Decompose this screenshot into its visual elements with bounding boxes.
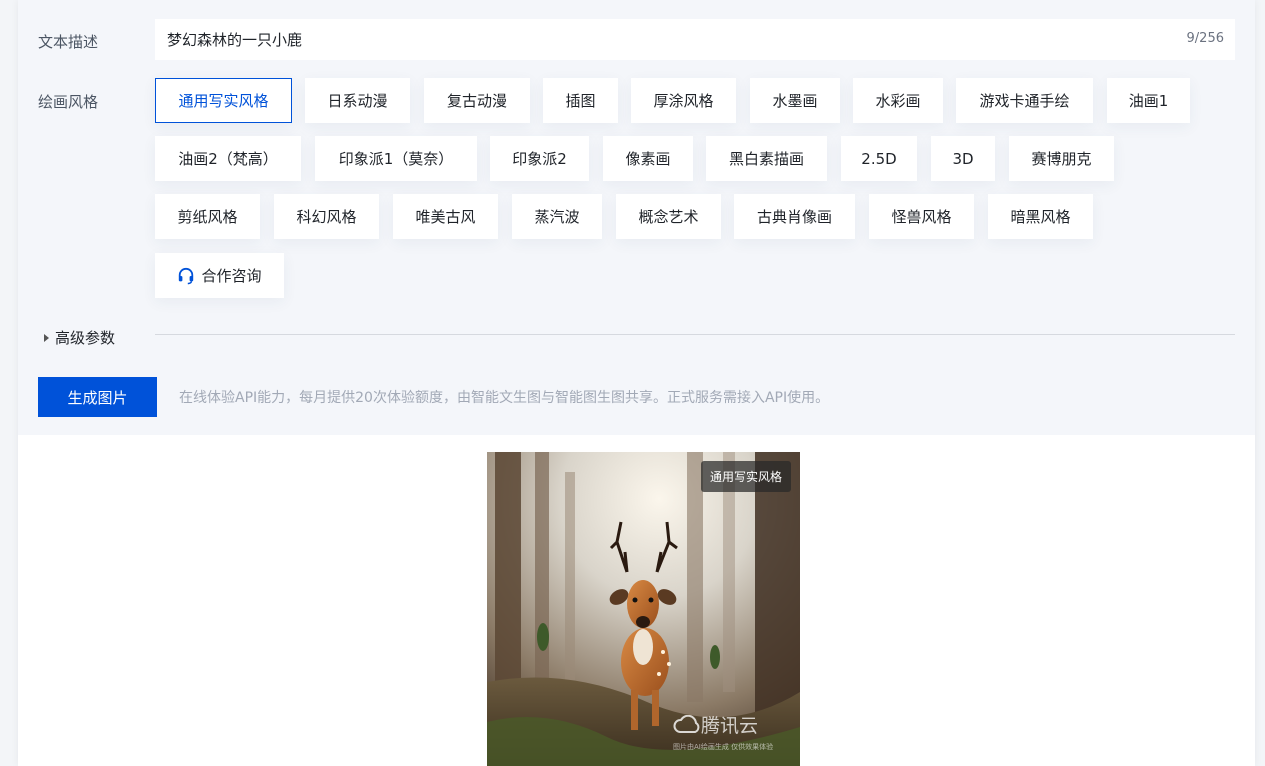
style-option[interactable]: 蒸汽波 <box>512 194 602 239</box>
style-option[interactable]: 古典肖像画 <box>734 194 855 239</box>
consult-button[interactable]: 合作咨询 <box>155 253 284 298</box>
style-option[interactable]: 油画1 <box>1107 78 1190 123</box>
style-option[interactable]: 日系动漫 <box>305 78 410 123</box>
style-option[interactable]: 2.5D <box>841 136 917 181</box>
style-option[interactable]: 唯美古风 <box>393 194 498 239</box>
style-option[interactable]: 3D <box>931 136 995 181</box>
style-option[interactable]: 概念艺术 <box>616 194 721 239</box>
generate-button[interactable]: 生成图片 <box>38 377 157 417</box>
style-label: 绘画风格 <box>38 93 99 111</box>
style-option[interactable]: 游戏卡通手绘 <box>956 78 1093 123</box>
prompt-input[interactable]: 梦幻森林的一只小鹿 9/256 <box>155 19 1235 60</box>
cloud-logo-icon <box>673 714 700 733</box>
generate-note: 在线体验API能力，每月提供20次体验额度，由智能文生图与智能图生图共享。正式服… <box>179 390 830 406</box>
style-option[interactable]: 剪纸风格 <box>155 194 260 239</box>
headset-icon <box>179 267 194 284</box>
style-option[interactable]: 怪兽风格 <box>869 194 974 239</box>
caret-right-icon <box>44 333 49 342</box>
prompt-label: 文本描述 <box>38 33 99 51</box>
style-option[interactable]: 黑白素描画 <box>706 136 827 181</box>
style-option[interactable]: 通用写实风格 <box>155 78 292 123</box>
watermark: 腾讯云 <box>673 711 758 738</box>
image-style-tag: 通用写实风格 <box>700 461 791 492</box>
prompt-value: 梦幻森林的一只小鹿 <box>167 31 303 49</box>
char-counter: 9/256 <box>1186 31 1224 46</box>
style-option[interactable]: 科幻风格 <box>274 194 379 239</box>
style-option[interactable]: 复古动漫 <box>424 78 530 123</box>
style-option[interactable]: 印象派1（莫奈） <box>315 136 477 181</box>
divider <box>155 334 1235 335</box>
main-panel: 文本描述 梦幻森林的一只小鹿 9/256 绘画风格 通用写实风格 日系动漫 复古… <box>18 0 1255 766</box>
result-image[interactable]: 通用写实风格 腾讯云 图片由AI绘画生成 仅供效果体验 <box>487 452 800 766</box>
style-option[interactable]: 油画2（梵高） <box>155 136 301 181</box>
style-option[interactable]: 暗黑风格 <box>988 194 1093 239</box>
result-area: 通用写实风格 腾讯云 图片由AI绘画生成 仅供效果体验 <box>18 435 1255 766</box>
style-option[interactable]: 插图 <box>543 78 618 123</box>
watermark-caption: 图片由AI绘画生成 仅供效果体验 <box>673 743 774 751</box>
style-option[interactable]: 像素画 <box>603 136 693 181</box>
style-option[interactable]: 水墨画 <box>750 78 840 123</box>
advanced-toggle[interactable]: 高级参数 <box>44 327 115 348</box>
style-option[interactable]: 水彩画 <box>853 78 943 123</box>
style-option[interactable]: 印象派2 <box>490 136 589 181</box>
style-option[interactable]: 厚涂风格 <box>631 78 736 123</box>
style-option[interactable]: 赛博朋克 <box>1009 136 1114 181</box>
advanced-label: 高级参数 <box>55 329 116 347</box>
consult-label: 合作咨询 <box>201 267 262 285</box>
